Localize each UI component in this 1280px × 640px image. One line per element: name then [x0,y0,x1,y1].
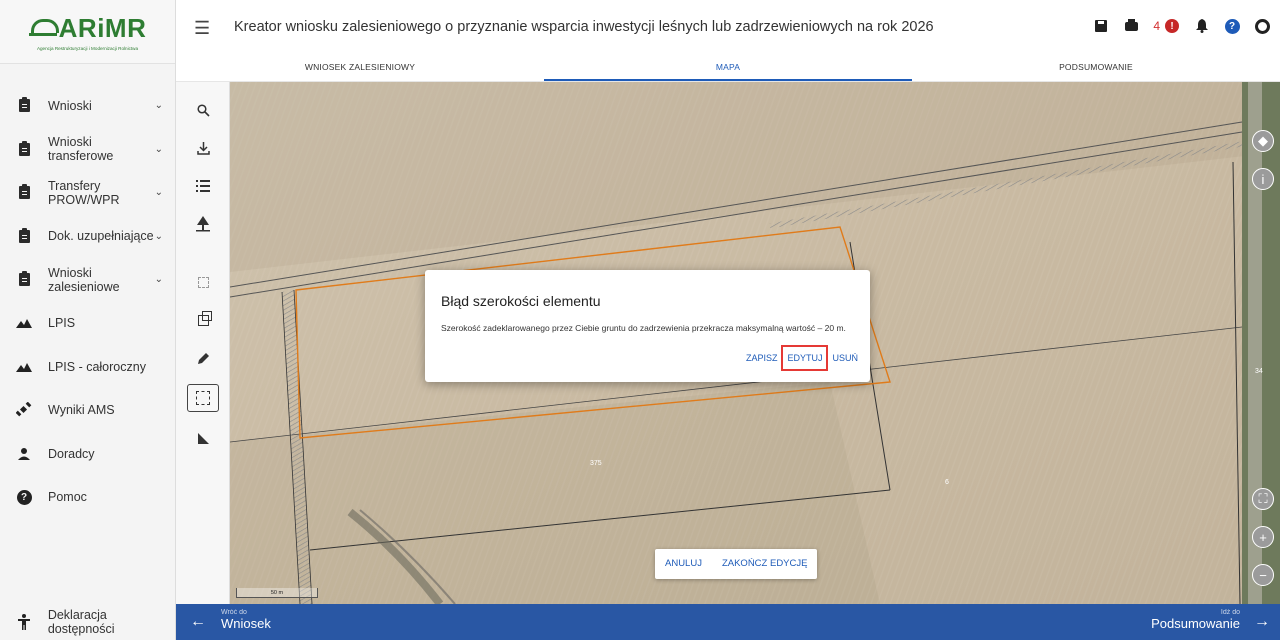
sidebar-item-label: Dok. uzupełniające [48,229,154,244]
back-target: Wniosek [221,616,271,631]
edit-button[interactable]: EDYTUJ [781,345,829,371]
clipboard-icon [14,96,34,116]
sidebar-item-lpis-caloroczny[interactable]: LPIS - całoroczny [0,345,175,389]
help-icon: ? [14,487,34,507]
terrain-icon [14,357,34,377]
zoom-out-icon[interactable]: − [1252,564,1274,586]
fullscreen-icon[interactable]: ⛶ [1252,488,1274,510]
sidebar-item-wnioski-zalesieniowe[interactable]: Wnioski zalesieniowe ⌄ [0,258,175,302]
sidebar-item-wyniki-ams[interactable]: Wyniki AMS [0,389,175,433]
app-header: ☰ Kreator wniosku zalesieniowego o przyz… [176,0,1280,60]
info-icon[interactable]: i [1252,168,1274,190]
next-caption: Idź do [1220,609,1240,616]
sidebar-item-label: LPIS [48,316,76,331]
parcel-label: 375 [590,460,602,467]
sidebar-item-pomoc[interactable]: ? Pomoc [0,476,175,520]
edit-actions-bar: ANULUJ ZAKOŃCZ EDYCJĘ [655,549,818,579]
tab-mapa[interactable]: MAPA [544,56,912,81]
delete-button[interactable]: USUŃ [828,347,862,369]
print-icon[interactable] [1123,18,1139,34]
next-link[interactable]: Idź do Podsumowanie [1151,609,1240,631]
arrow-right-icon[interactable]: → [1254,613,1270,631]
accessibility-label: Deklaracja dostępności [47,608,115,636]
sidebar-item-label: Wyniki AMS [48,403,115,418]
sidebar-item-label: Transfery PROW/WPR [48,178,120,207]
sidebar-item-wnioski[interactable]: Wnioski ⌄ [0,84,175,128]
chevron-down-icon: ⌄ [154,187,163,199]
select-area-icon[interactable] [187,268,219,296]
next-target: Podsumowanie [1151,616,1240,631]
clipboard-icon [14,139,34,159]
dialog-actions: ZAPISZ EDYTUJ USUŃ [742,345,862,371]
trees-icon[interactable] [187,210,219,238]
logo-subtitle: Agencja Restrukturyzacji i Modernizacji … [36,45,139,51]
menu-icon[interactable]: ☰ [194,18,210,39]
chevron-down-icon: ⌄ [154,100,163,112]
copy-icon[interactable] [187,306,219,334]
layers-icon[interactable]: ◆ [1252,130,1274,152]
accessibility-link[interactable]: Deklaracja dostępności [0,604,176,640]
parcel-label: 6 [945,479,949,486]
sidebar-item-lpis[interactable]: LPIS [0,302,175,346]
save-button[interactable]: ZAPISZ [742,347,782,369]
user-icon[interactable] [1254,18,1270,34]
sidebar-item-wnioski-transferowe[interactable]: Wnioski transferowe ⌄ [0,128,175,172]
tab-wniosek-zalesieniowy[interactable]: WNIOSEK ZALESIENIOWY [176,56,544,81]
sidebar-item-label: Wnioski [48,98,92,113]
alert-icon[interactable]: ! [1164,18,1180,34]
bounding-box-icon[interactable] [187,384,219,412]
back-link[interactable]: Wróć do Wniosek [221,609,271,631]
list-icon[interactable] [187,172,219,200]
download-icon[interactable] [187,134,219,162]
parcel-label: 34 [1255,368,1263,375]
cancel-edit-button[interactable]: ANULUJ [655,549,712,579]
sidebar-item-label: Wnioski transferowe [48,135,114,164]
finish-edit-button[interactable]: ZAKOŃCZ EDYCJĘ [712,549,818,579]
pencil-icon[interactable] [187,344,219,372]
bell-icon[interactable] [1194,18,1210,34]
back-caption: Wróć do [221,609,247,616]
sidebar-item-label: Doradcy [48,446,95,461]
sidebar-item-dok-uzupelniajace[interactable]: Dok. uzupełniające ⌄ [0,215,175,259]
map-toolbar [176,82,230,604]
arimr-logo[interactable]: ARiMR Agencja Restrukturyzacji i Moderni… [0,0,175,64]
zoom-in-icon[interactable]: + [1252,526,1274,548]
sidebar-item-transfery[interactable]: Transfery PROW/WPR ⌄ [0,171,175,215]
sidebar-nav: Wnioski ⌄ Wnioski transferowe ⌄ Transfer… [0,84,175,519]
person-icon [14,444,34,464]
help-icon[interactable]: ? [1224,18,1240,34]
notification-count: 4 [1153,19,1160,33]
chevron-down-icon: ⌄ [154,274,163,286]
wizard-footer: ← Wróć do Wniosek Idź do Podsumowanie → [176,604,1280,640]
page-title: Kreator wniosku zalesieniowego o przyzna… [234,19,934,35]
clipboard-icon [14,183,34,203]
chevron-down-icon: ⌄ [154,230,163,242]
satellite-icon [14,400,34,420]
chevron-down-icon: ⌄ [154,143,163,155]
arrow-left-icon[interactable]: ← [190,613,206,631]
sidebar-item-doradcy[interactable]: Doradcy [0,432,175,476]
terrain-icon [14,313,34,333]
sidebar-item-label: Pomoc [48,490,87,505]
map-scale-bar: 50 m [236,588,318,598]
dialog-title: Błąd szerokości elementu [441,293,601,309]
clipboard-icon [14,226,34,246]
logo-text: ARiMR [58,12,147,43]
sidebar-item-label: LPIS - całoroczny [48,359,146,374]
tab-podsumowanie[interactable]: PODSUMOWANIE [912,56,1280,81]
clipboard-icon [14,270,34,290]
width-error-dialog: Błąd szerokości elementu Szerokość zadek… [425,270,870,382]
accessibility-icon [14,612,34,632]
sidebar-item-label: Wnioski zalesieniowe [48,265,120,294]
dialog-message: Szerokość zadeklarowanego przez Ciebie g… [441,323,846,333]
logo-mark-icon [28,19,59,37]
sidebar: ARiMR Agencja Restrukturyzacji i Moderni… [0,0,176,640]
save-icon[interactable] [1093,18,1109,34]
header-actions: 4 ! ? [1093,18,1270,34]
search-icon[interactable] [187,96,219,124]
tab-bar: WNIOSEK ZALESIENIOWY MAPA PODSUMOWANIE [176,56,1280,82]
measure-angle-icon[interactable] [187,424,219,452]
